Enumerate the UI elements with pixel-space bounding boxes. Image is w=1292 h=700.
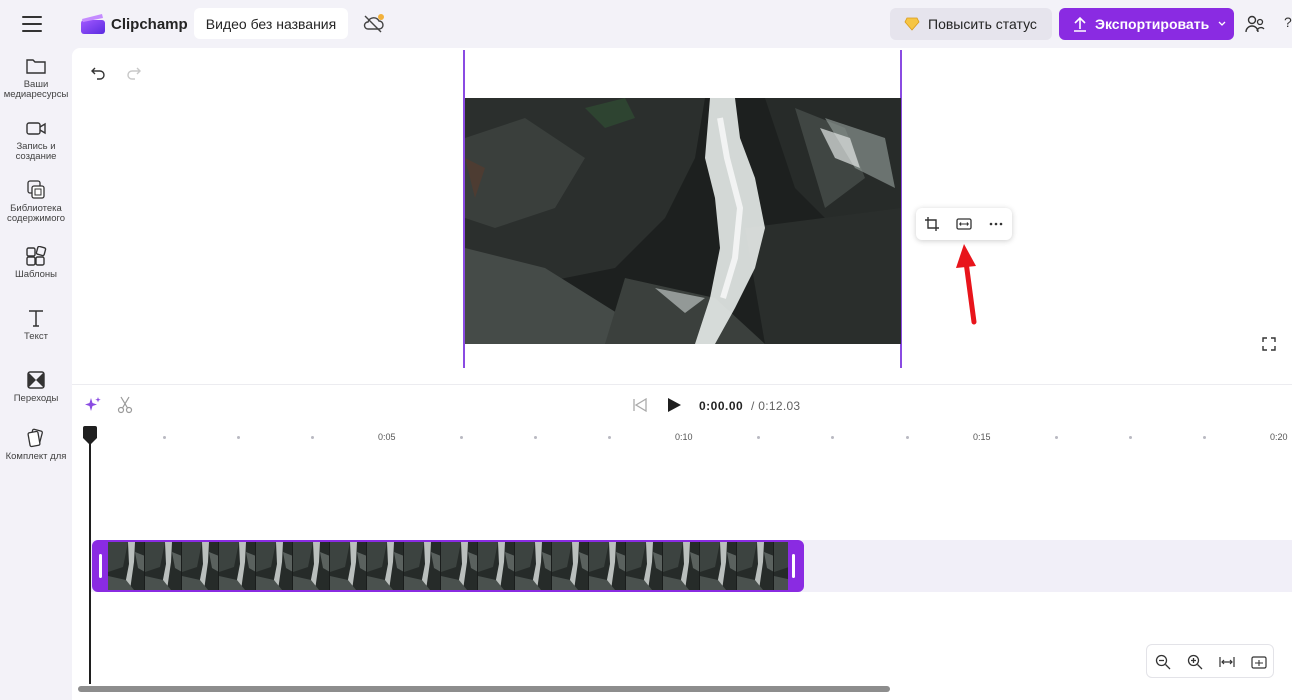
- sidebar-item-label: Шаблоны: [14, 269, 57, 280]
- sidebar-item-media[interactable]: Ваши медиаресурсы: [0, 56, 72, 100]
- zoom-out-icon[interactable]: [1155, 654, 1171, 670]
- diamond-icon: [904, 17, 920, 31]
- ruler-tick: [906, 436, 909, 439]
- split-scissors-icon[interactable]: [117, 396, 133, 414]
- play-icon[interactable]: [666, 397, 682, 413]
- upgrade-label: Повысить статус: [928, 16, 1037, 32]
- ruler-tick: [1129, 436, 1132, 439]
- playhead-line: [89, 440, 91, 684]
- sidebar-item-label: Переходы: [13, 393, 59, 404]
- sidebar-item-brand-kit[interactable]: Комплект для: [0, 428, 72, 462]
- folder-icon: [26, 59, 46, 74]
- redo-icon[interactable]: [126, 66, 142, 80]
- preview-timeline-divider: [72, 384, 1292, 385]
- ruler-tick: [1055, 436, 1058, 439]
- chevron-down-icon: [1218, 21, 1226, 26]
- playhead-handle[interactable]: [81, 426, 99, 446]
- upload-icon: [1074, 16, 1086, 32]
- sidebar-item-content-library[interactable]: Библиотека содержимого: [0, 180, 72, 224]
- top-bar: Clipchamp Видео без названия Повысить ст…: [0, 0, 1292, 48]
- annotation-arrow-icon: [956, 244, 977, 325]
- clip-trim-handle-left[interactable]: [99, 554, 102, 578]
- editor-main: 0:00.00 / 0:12.03 0:05 0:10 0:15 0:20: [72, 48, 1292, 700]
- clip-trim-handle-right[interactable]: [792, 554, 795, 578]
- text-icon: [29, 310, 43, 327]
- fit-icon[interactable]: [956, 216, 972, 232]
- menu-icon[interactable]: [22, 16, 42, 32]
- ruler-label: 0:05: [378, 432, 396, 442]
- left-sidebar: Ваши медиаресурсы Запись и создание Библ…: [0, 48, 72, 700]
- ruler-tick: [237, 436, 240, 439]
- ruler-tick: [757, 436, 760, 439]
- zoom-in-icon[interactable]: [1187, 654, 1203, 670]
- export-button[interactable]: Экспортировать: [1059, 8, 1234, 40]
- content-library-icon: [27, 180, 45, 199]
- ruler-tick: [163, 436, 166, 439]
- undo-icon[interactable]: [90, 66, 106, 80]
- brand-kit-icon: [27, 428, 43, 448]
- clipchamp-logo-icon: [81, 14, 105, 34]
- skip-to-start-icon[interactable]: [632, 398, 648, 412]
- total-duration: / 0:12.03: [751, 399, 801, 413]
- project-title-input[interactable]: Видео без названия: [194, 8, 348, 39]
- timeline-zoom-controls: [1146, 644, 1274, 678]
- fullscreen-icon[interactable]: [1262, 337, 1276, 351]
- ruler-label: 0:10: [675, 432, 693, 442]
- waterfall-frame-image: [465, 98, 901, 344]
- clip-floating-toolbar: [916, 208, 1012, 240]
- sidebar-item-label: Запись и создание: [15, 141, 57, 162]
- timeline-expand-icon[interactable]: [1251, 654, 1267, 670]
- current-time: 0:00.00: [699, 399, 744, 413]
- ruler-tick: [1203, 436, 1206, 439]
- upgrade-button[interactable]: Повысить статус: [890, 8, 1052, 40]
- crop-icon[interactable]: [924, 216, 940, 232]
- templates-icon: [26, 246, 47, 266]
- ruler-tick: [831, 436, 834, 439]
- sidebar-item-text[interactable]: Текст: [0, 308, 72, 342]
- transitions-icon: [27, 371, 45, 389]
- sidebar-item-record[interactable]: Запись и создание: [0, 118, 72, 162]
- sidebar-item-transitions[interactable]: Переходы: [0, 370, 72, 404]
- video-camera-icon: [26, 122, 46, 135]
- clip-thumbnails: [108, 542, 788, 590]
- ruler-label: 0:20: [1270, 432, 1288, 442]
- help-icon[interactable]: ?: [1284, 14, 1292, 30]
- timeline-horizontal-scrollbar[interactable]: [78, 686, 890, 692]
- ruler-tick: [608, 436, 611, 439]
- sidebar-item-templates[interactable]: Шаблоны: [0, 246, 72, 280]
- sidebar-item-label: Текст: [24, 331, 48, 342]
- sidebar-item-label: Библиотека содержимого: [6, 203, 66, 224]
- ruler-tick: [311, 436, 314, 439]
- video-preview[interactable]: [465, 98, 901, 344]
- timeline-video-clip[interactable]: [92, 540, 804, 592]
- sidebar-item-label: Ваши медиаресурсы: [3, 79, 69, 100]
- export-label: Экспортировать: [1095, 16, 1210, 32]
- cloud-sync-off-icon[interactable]: [362, 12, 386, 34]
- app-name: Clipchamp: [111, 16, 188, 33]
- ai-sparkle-icon[interactable]: [84, 396, 102, 414]
- share-people-icon[interactable]: [1244, 13, 1266, 35]
- sidebar-item-label: Комплект для: [5, 451, 67, 462]
- fit-timeline-icon[interactable]: [1219, 654, 1235, 670]
- more-options-icon[interactable]: [988, 216, 1004, 232]
- ruler-label: 0:15: [973, 432, 991, 442]
- ruler-tick: [460, 436, 463, 439]
- ruler-tick: [534, 436, 537, 439]
